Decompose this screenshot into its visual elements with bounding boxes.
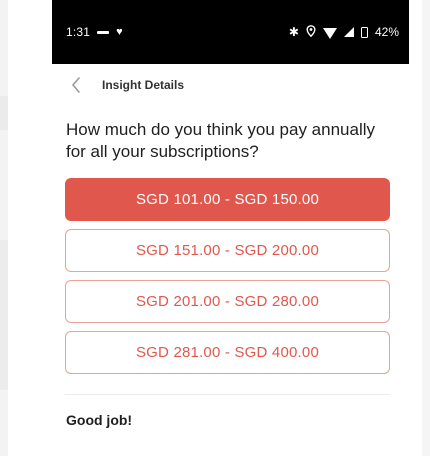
question-text: How much do you think you pay annually f… (66, 120, 376, 161)
answer-option-selected[interactable]: SGD 101.00 - SGD 150.00 (65, 178, 390, 221)
wifi-icon (322, 27, 337, 39)
background-edge-right (422, 0, 430, 456)
page-title: Insight Details (102, 78, 185, 92)
heart-icon: ♥ (116, 25, 123, 38)
battery-percent: 42% (374, 25, 399, 39)
answer-options: SGD 101.00 - SGD 150.00 SGD 151.00 - SGD… (65, 178, 390, 374)
chevron-left-icon[interactable] (64, 73, 88, 97)
answer-option[interactable]: SGD 201.00 - SGD 280.00 (65, 280, 390, 323)
bluetooth-icon: ✱ (288, 25, 299, 39)
screen: 1:31 ♥ ✱ 42% Insight Details How much do (0, 0, 430, 456)
battery-icon (360, 26, 368, 38)
divider (65, 394, 390, 395)
status-bar-left: 1:31 ♥ (66, 25, 123, 39)
answer-option[interactable]: SGD 151.00 - SGD 200.00 (65, 229, 390, 272)
background-mark (0, 96, 8, 130)
feedback-heading: Good job! (66, 412, 133, 428)
background-mark (0, 240, 8, 390)
answer-option[interactable]: SGD 281.00 - SGD 400.00 (65, 331, 390, 374)
status-bar-right: ✱ 42% (289, 25, 399, 39)
status-time: 1:31 (66, 25, 91, 39)
background-edge-left (0, 0, 8, 456)
phone-frame: 1:31 ♥ ✱ 42% Insight Details How much do (52, 0, 409, 456)
notification-dash-icon (97, 30, 110, 34)
signal-icon (343, 27, 354, 37)
location-icon (306, 25, 316, 39)
status-bar: 1:31 ♥ ✱ 42% (52, 0, 409, 64)
app-bar: Insight Details (52, 64, 409, 106)
